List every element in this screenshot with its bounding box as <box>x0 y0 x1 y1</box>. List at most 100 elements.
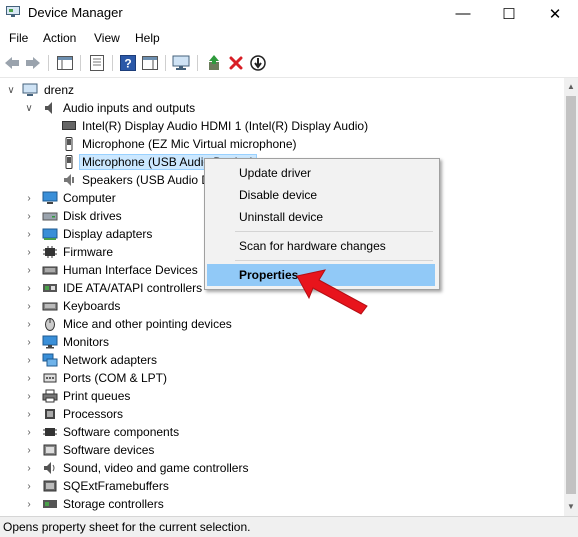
help-icon[interactable]: ? <box>119 54 137 72</box>
speaker-icon <box>64 174 74 186</box>
expand-icon[interactable]: › <box>24 210 34 222</box>
tree-item-label: Mice and other pointing devices <box>63 317 232 331</box>
expand-icon[interactable]: › <box>24 192 34 204</box>
back-icon[interactable] <box>3 54 21 72</box>
tree-item-label: Disk drives <box>63 209 122 223</box>
microphone-icon <box>65 137 73 151</box>
menu-bar: File Action View Help <box>0 27 578 49</box>
tree-item-label: Network adapters <box>63 353 158 367</box>
menu-file[interactable]: File <box>9 31 28 45</box>
scan-hardware-icon[interactable] <box>172 54 190 72</box>
tree-item-monitors[interactable]: › Monitors <box>0 333 564 351</box>
vertical-scrollbar[interactable]: ▲ ▼ <box>564 78 578 516</box>
tree-item-label: Firmware <box>63 245 113 259</box>
menu-item-disable-device[interactable]: Disable device <box>207 184 435 206</box>
menu-view[interactable]: View <box>94 31 120 45</box>
tree-item-microphone-ez-mic[interactable]: Microphone (EZ Mic Virtual microphone) <box>0 135 564 153</box>
firmware-icon <box>43 246 57 258</box>
expand-icon[interactable]: › <box>24 426 34 438</box>
tree-item-software-devices[interactable]: › Software devices <box>0 441 564 459</box>
expand-icon[interactable]: › <box>24 300 34 312</box>
port-icon <box>43 373 57 383</box>
action-pane-icon[interactable] <box>141 54 159 72</box>
tree-item-sound-video-game[interactable]: › Sound, video and game controllers <box>0 459 564 477</box>
tree-item-label: Human Interface Devices <box>63 263 198 277</box>
menu-item-uninstall-device[interactable]: Uninstall device <box>207 206 435 228</box>
menu-separator <box>235 260 433 261</box>
mouse-icon <box>45 318 55 331</box>
expand-icon[interactable]: › <box>24 354 34 366</box>
menu-action[interactable]: Action <box>43 31 76 45</box>
menu-separator <box>235 231 433 232</box>
printer-icon <box>42 389 58 403</box>
tree-root[interactable]: ∨ drenz <box>0 81 564 99</box>
ide-controller-icon <box>43 284 57 292</box>
tree-item-label: Keyboards <box>63 299 121 313</box>
tree-item-audio-inputs-outputs[interactable]: ∨ Audio inputs and outputs <box>0 99 564 117</box>
title-bar: Device Manager — ☐ ✕ <box>0 0 578 27</box>
tree-item-label: Processors <box>63 407 124 421</box>
update-driver-icon[interactable] <box>205 54 223 72</box>
expand-icon[interactable]: › <box>24 336 34 348</box>
properties-icon[interactable] <box>88 54 106 72</box>
scrollbar-thumb[interactable] <box>566 96 576 494</box>
computer-icon <box>22 83 38 96</box>
expand-icon[interactable]: › <box>24 444 34 456</box>
expand-icon[interactable]: › <box>24 246 34 258</box>
expand-icon[interactable]: › <box>24 390 34 402</box>
hid-icon <box>42 266 58 275</box>
sound-icon <box>44 462 55 474</box>
framebuffer-icon <box>43 480 57 492</box>
tree-item-label: Ports (COM & LPT) <box>63 371 168 385</box>
software-component-icon <box>43 428 57 436</box>
tree-item-label: Software devices <box>63 443 155 457</box>
close-button[interactable]: ✕ <box>532 0 578 27</box>
speaker-icon <box>45 102 52 114</box>
disk-drive-icon <box>42 212 58 221</box>
expand-icon[interactable]: › <box>24 498 34 510</box>
tree-item-network-adapters[interactable]: › Network adapters <box>0 351 564 369</box>
tree-item-sqextframebuffers[interactable]: › SQExtFramebuffers <box>0 477 564 495</box>
keyboard-icon <box>42 302 58 311</box>
show-hide-console-tree-icon[interactable] <box>56 54 74 72</box>
collapse-icon[interactable]: ∨ <box>6 84 16 96</box>
computer-icon <box>42 191 58 204</box>
menu-item-scan-hardware[interactable]: Scan for hardware changes <box>207 235 435 257</box>
tree-item-label: Computer <box>63 191 116 205</box>
tree-item-label: Speakers (USB Audio De <box>82 173 217 187</box>
tree-item-label: IDE ATA/ATAPI controllers <box>63 281 203 295</box>
tree-item-processors[interactable]: › Processors <box>0 405 564 423</box>
expand-icon[interactable]: › <box>24 462 34 474</box>
device-manager-icon <box>6 6 20 17</box>
tree-item-intel-display-audio[interactable]: Intel(R) Display Audio HDMI 1 (Intel(R) … <box>0 117 564 135</box>
scroll-down-icon[interactable]: ▼ <box>567 502 575 511</box>
tree-item-mice[interactable]: › Mice and other pointing devices <box>0 315 564 333</box>
expand-icon[interactable]: › <box>24 372 34 384</box>
status-text: Opens property sheet for the current sel… <box>3 520 251 534</box>
tree-item-keyboards[interactable]: › Keyboards <box>0 297 564 315</box>
expand-icon[interactable]: › <box>24 282 34 294</box>
collapse-icon[interactable]: ∨ <box>24 102 34 114</box>
uninstall-device-icon[interactable] <box>227 54 245 72</box>
tree-item-software-components[interactable]: › Software components <box>0 423 564 441</box>
forward-icon[interactable] <box>24 54 42 72</box>
minimize-button[interactable]: — <box>440 0 486 27</box>
expand-icon[interactable]: › <box>24 228 34 240</box>
network-adapter-icon <box>42 353 58 367</box>
tree-item-print-queues[interactable]: › Print queues <box>0 387 564 405</box>
menu-help[interactable]: Help <box>135 31 160 45</box>
monitor-icon <box>42 335 58 349</box>
expand-icon[interactable]: › <box>24 318 34 330</box>
maximize-button[interactable]: ☐ <box>486 0 532 27</box>
tree-item-label: Display adapters <box>63 227 153 241</box>
menu-item-update-driver[interactable]: Update driver <box>207 162 435 184</box>
scroll-up-icon[interactable]: ▲ <box>567 82 575 91</box>
expand-icon[interactable]: › <box>24 264 34 276</box>
tree-item-ports[interactable]: › Ports (COM & LPT) <box>0 369 564 387</box>
tree-item-storage-controllers[interactable]: › Storage controllers <box>0 495 564 513</box>
expand-icon[interactable]: › <box>24 408 34 420</box>
display-audio-icon <box>62 121 76 130</box>
disable-device-icon[interactable] <box>249 54 267 72</box>
expand-icon[interactable]: › <box>24 480 34 492</box>
device-tree: ∨ drenz ∨ Audio inputs and outputs Intel… <box>0 78 564 516</box>
